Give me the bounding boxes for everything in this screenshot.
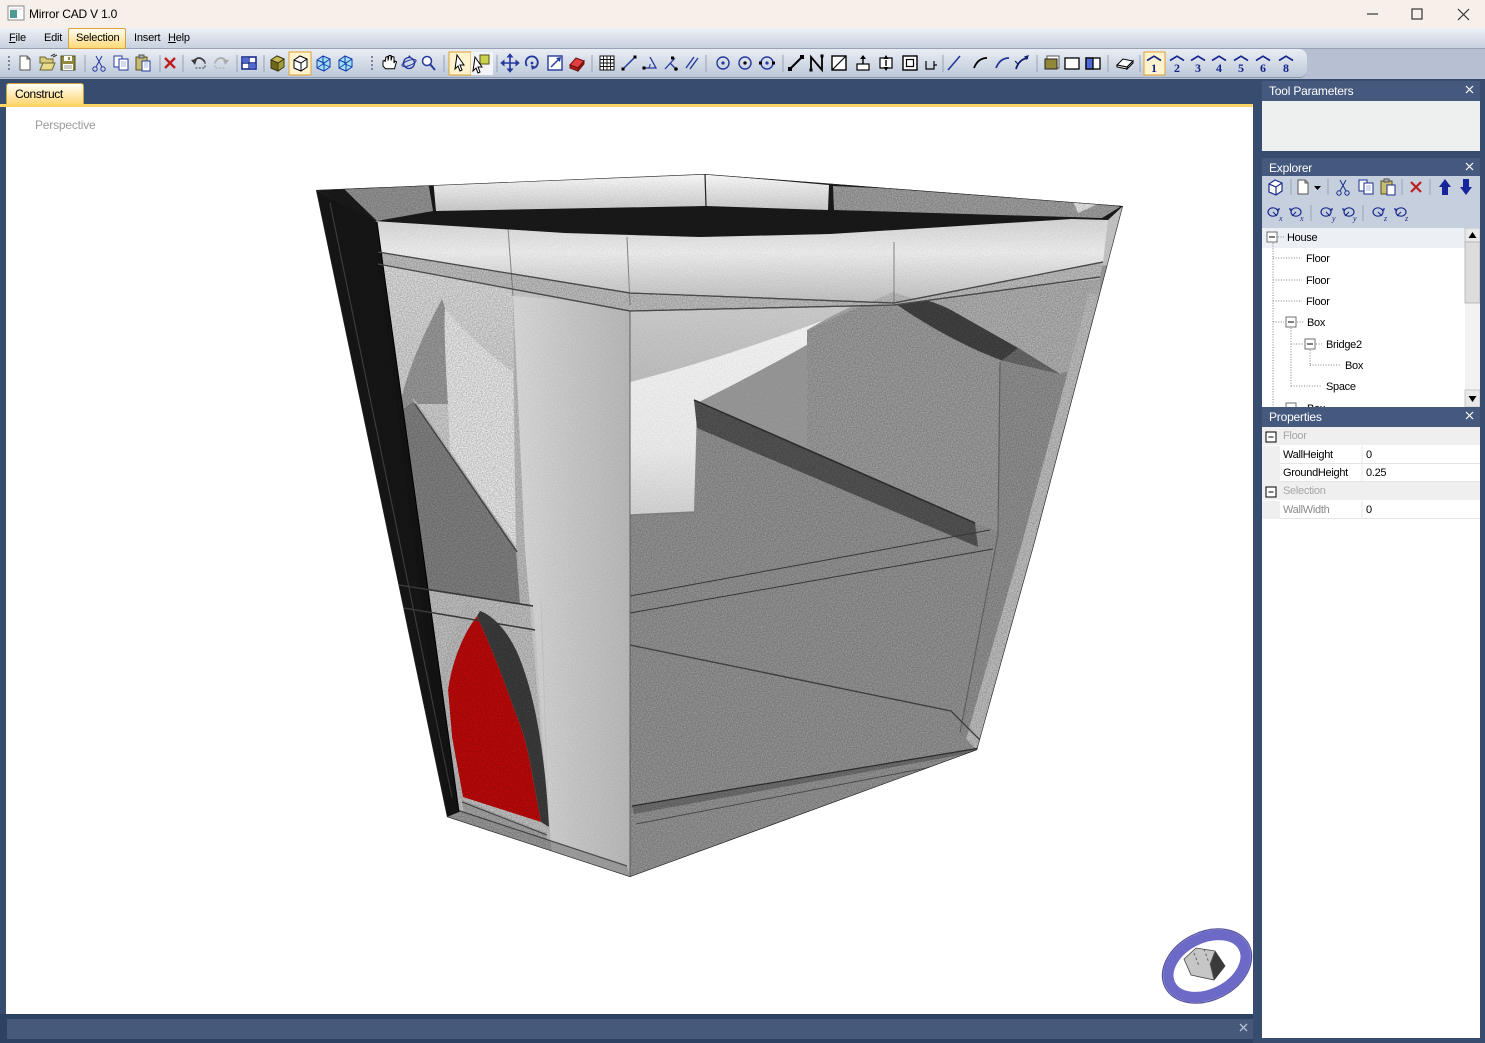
svg-text:3: 3 [1195,61,1201,75]
svg-text:6: 6 [1260,61,1266,75]
svg-text:4: 4 [1216,61,1222,75]
svg-text:Space: Space [1326,381,1356,393]
svg-text:Floor: Floor [1306,296,1330,308]
svg-text:Bridge2: Bridge2 [1326,339,1362,351]
svg-text:x: x [1299,214,1304,223]
svg-text:y: y [1352,214,1357,223]
svg-text:Box: Box [1307,317,1326,329]
svg-text:x: x [1278,214,1283,223]
svg-text:y: y [1331,214,1336,223]
svg-text:z: z [1404,214,1409,223]
svg-text:2: 2 [1174,61,1180,75]
svg-text:Box: Box [1345,360,1364,372]
svg-text:1: 1 [1151,61,1157,75]
svg-text:Floor: Floor [1306,275,1330,287]
svg-text:House: House [1287,232,1317,244]
svg-text:5: 5 [1238,61,1244,75]
svg-text:Floor: Floor [1306,253,1330,265]
svg-text:z: z [1383,214,1388,223]
svg-text:8: 8 [1283,61,1289,75]
